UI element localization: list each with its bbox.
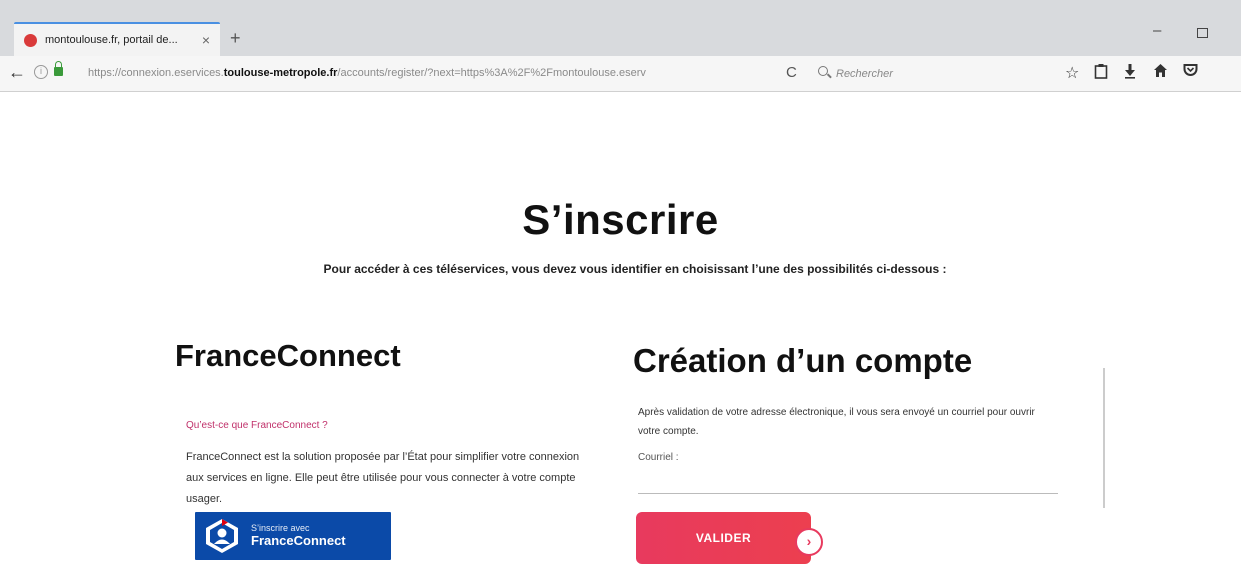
browser-navbar: ← i https://connexion.eservices.toulouse… xyxy=(0,56,1241,92)
url-path: /accounts/register/?next=https%3A%2F%2Fm… xyxy=(337,67,646,79)
page-title: S’inscrire xyxy=(522,196,719,243)
search-input[interactable] xyxy=(836,64,996,84)
browser-tabstrip: montoulouse.fr, portail de... × + – xyxy=(0,0,1241,56)
franceconnect-signup-button[interactable]: S’inscrire avec FranceConnect xyxy=(195,512,391,560)
franceconnect-logo-icon xyxy=(203,517,241,555)
account-creation-description: Après validation de votre adresse électr… xyxy=(638,407,1035,437)
column-divider xyxy=(1103,368,1105,508)
arrow-right-icon[interactable]: › xyxy=(795,528,823,556)
minimize-button[interactable]: – xyxy=(1153,22,1161,39)
tab-close-icon[interactable]: × xyxy=(202,32,210,48)
pocket-icon[interactable] xyxy=(1183,63,1198,82)
clipboard-icon[interactable] xyxy=(1094,63,1108,84)
submit-button[interactable]: VALIDER xyxy=(636,512,811,564)
lock-icon xyxy=(54,61,63,76)
star-icon[interactable]: ☆ xyxy=(1065,63,1079,83)
what-is-franceconnect-link[interactable]: Qu’est-ce que FranceConnect ? xyxy=(186,420,328,431)
new-tab-button[interactable]: + xyxy=(230,28,241,49)
reload-icon[interactable]: C xyxy=(786,64,797,81)
email-label: Courriel : xyxy=(638,452,679,463)
franceconnect-button-label: FranceConnect xyxy=(251,532,346,548)
account-creation-title: Création d’un compte xyxy=(633,342,973,379)
back-arrow-icon[interactable]: ← xyxy=(8,62,26,83)
favicon-icon xyxy=(24,33,37,47)
page-intro: Pour accéder à ces téléservices, vous de… xyxy=(323,262,947,276)
email-field[interactable] xyxy=(638,472,1058,494)
franceconnect-button-small-text: S’inscrire avec xyxy=(251,523,310,534)
tab-title: montoulouse.fr, portail de... xyxy=(45,34,178,46)
browser-search[interactable] xyxy=(818,64,998,84)
address-bar[interactable]: https://connexion.eservices.toulouse-met… xyxy=(88,67,758,79)
info-icon[interactable]: i xyxy=(34,65,48,79)
url-domain: toulouse-metropole.fr xyxy=(223,67,338,79)
franceconnect-description: FranceConnect est la solution proposée p… xyxy=(186,451,580,505)
download-icon[interactable] xyxy=(1124,63,1136,84)
home-icon[interactable] xyxy=(1153,63,1168,83)
search-icon xyxy=(818,66,828,76)
browser-tab[interactable]: montoulouse.fr, portail de... × xyxy=(14,22,220,56)
maximize-button[interactable] xyxy=(1197,28,1208,38)
franceconnect-title: FranceConnect xyxy=(175,338,401,373)
url-prefix: https://connexion.eservices. xyxy=(88,67,224,79)
